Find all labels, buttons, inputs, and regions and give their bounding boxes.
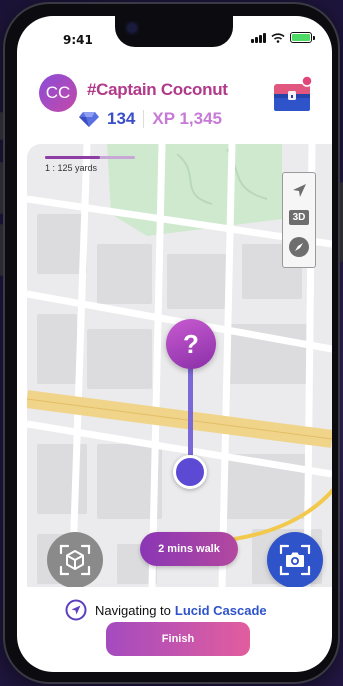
navigation-destination: Lucid Cascade [174, 602, 267, 618]
user-location-dot [173, 455, 207, 489]
mute-switch [0, 112, 3, 140]
front-camera [127, 23, 137, 33]
camera-button[interactable] [267, 532, 323, 587]
battery-icon [290, 32, 315, 43]
toggle-3d-button[interactable]: 3D [288, 210, 310, 226]
location-arrow-icon[interactable] [290, 182, 308, 200]
navigation-prefix: Navigating to [95, 602, 171, 618]
map-controls: 3D [282, 172, 316, 268]
volume-down-button [0, 224, 3, 276]
wifi-icon [271, 32, 285, 43]
treasure-chest-icon[interactable] [273, 74, 313, 114]
username: #Captain Coconut [87, 80, 228, 99]
map-view[interactable]: 1 : 125 yards 3D ? 2 mins walk [27, 144, 332, 587]
avatar[interactable]: CC [39, 74, 77, 112]
map-scale: 1 : 125 yards [45, 156, 135, 173]
xp-count: XP 1,345 [152, 109, 223, 128]
finish-button[interactable]: Finish [106, 622, 250, 656]
navigation-icon [65, 599, 87, 621]
camera-icon [279, 544, 311, 576]
ar-cube-icon [59, 544, 91, 576]
route-connector [188, 366, 193, 464]
volume-up-button [0, 162, 3, 214]
gem-icon [79, 112, 99, 127]
stat-divider [143, 110, 145, 128]
scale-label: 1 : 125 yards [45, 163, 98, 173]
ar-view-button[interactable] [47, 532, 103, 587]
app-screen: 9:41 CC #Captain Coconut 134 XP 1,345 1 … [17, 16, 332, 672]
notch [115, 16, 233, 47]
navigation-status: Navigating to Lucid Cascade [65, 599, 267, 621]
status-icons [251, 32, 315, 43]
player-stats: 134 XP 1,345 [79, 108, 222, 130]
gem-count: 134 [107, 109, 136, 128]
mystery-location-marker[interactable]: ? [166, 319, 216, 369]
signal-icon [251, 32, 266, 43]
phone-frame: 9:41 CC #Captain Coconut 134 XP 1,345 1 … [0, 2, 343, 684]
scale-bar [45, 156, 135, 159]
walk-time-badge: 2 mins walk [140, 532, 238, 566]
status-time: 9:41 [63, 33, 93, 47]
compass-icon[interactable] [288, 236, 310, 258]
